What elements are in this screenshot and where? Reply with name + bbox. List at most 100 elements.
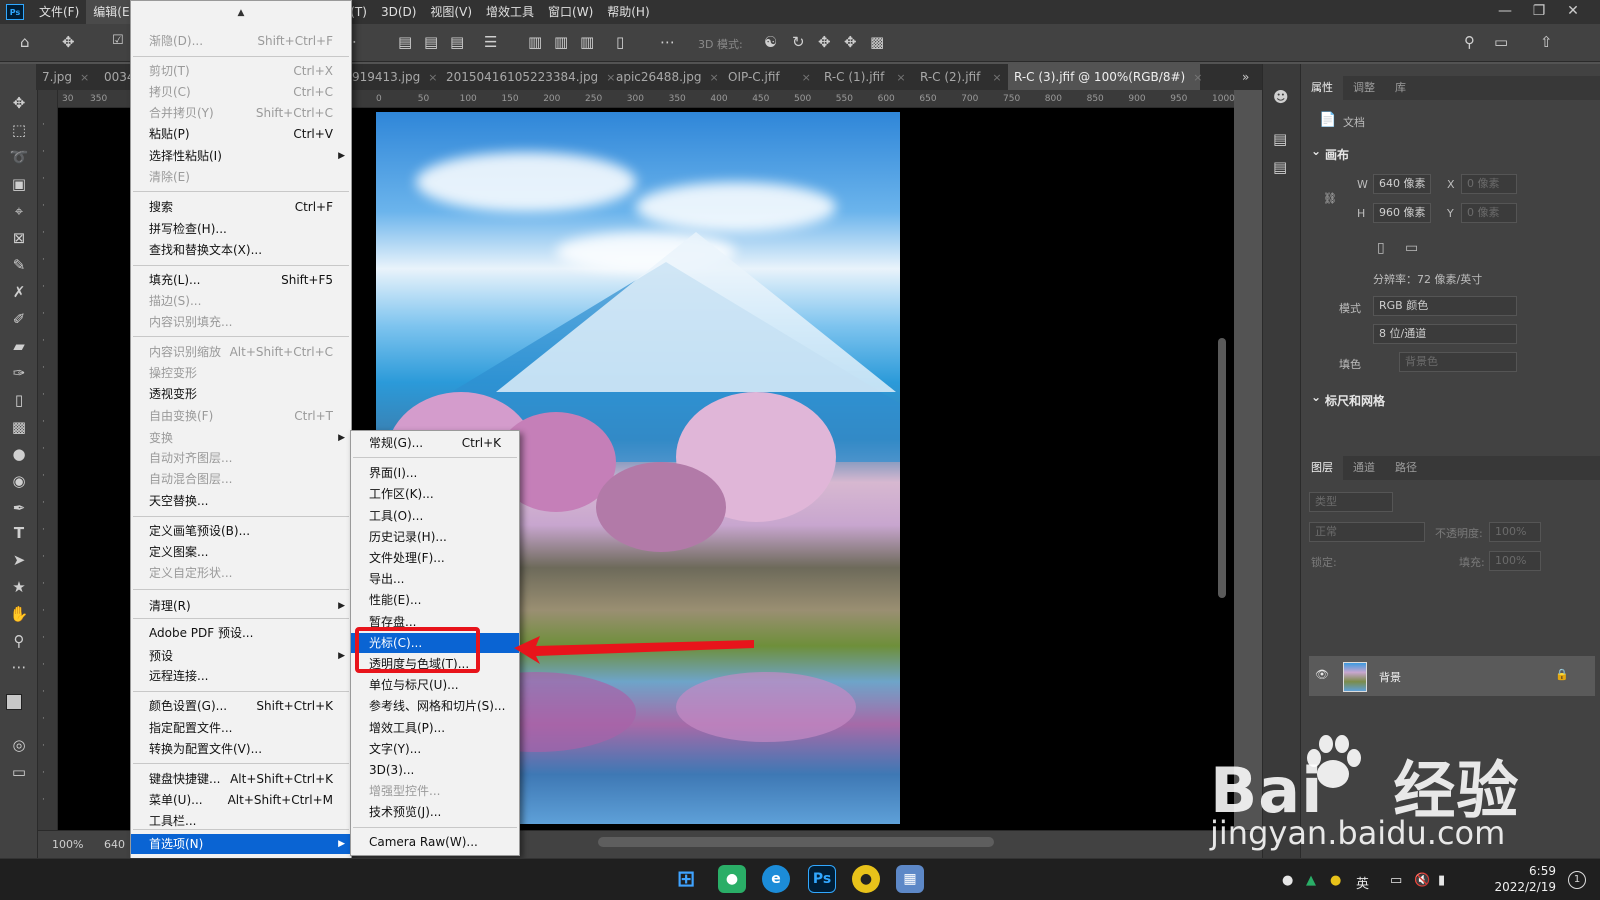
submenu-item[interactable]: 常规(G)... Ctrl+K xyxy=(351,433,519,453)
opacity-field[interactable]: 100% xyxy=(1489,522,1541,542)
3d-camera-icon[interactable]: ▩ xyxy=(870,33,884,51)
menu-view[interactable]: 视图(V) xyxy=(423,0,479,24)
tab-document[interactable]: R-C (1).jfif × xyxy=(818,64,906,90)
menu-item[interactable]: 变换 ▶ xyxy=(131,428,351,448)
submenu-item[interactable]: 历史记录(H)... xyxy=(351,527,519,547)
blend-mode-select[interactable]: 正常 xyxy=(1309,522,1425,542)
menu-item[interactable]: 操控变形 xyxy=(131,363,351,383)
align-middle-icon[interactable]: ▥ xyxy=(554,33,568,51)
menu-item[interactable]: 指定配置文件... xyxy=(131,718,351,738)
visibility-eye-icon[interactable]: 👁 xyxy=(1315,668,1329,681)
menu-item[interactable]: 定义画笔预设(B)... xyxy=(131,521,351,541)
menu-item[interactable]: 拷贝(C) Ctrl+C xyxy=(131,82,351,102)
menu-item[interactable]: 合并拷贝(Y) Shift+Ctrl+C xyxy=(131,103,351,123)
move-icon[interactable]: ✥ xyxy=(8,92,30,114)
restore-icon[interactable]: ❐ xyxy=(1522,0,1556,24)
frame-icon[interactable]: ⊠ xyxy=(8,227,30,249)
home-icon[interactable]: ⌂ xyxy=(20,33,30,51)
more-tabs-icon[interactable]: » xyxy=(1236,64,1249,90)
submenu-item[interactable]: 文件处理(F)... xyxy=(351,548,519,568)
auto-select-checkbox-icon[interactable]: ☑ xyxy=(112,33,124,48)
fill-select[interactable]: 背景色 xyxy=(1399,352,1517,372)
tab-active-document[interactable]: R-C (3).jfif @ 100%(RGB/8#) × xyxy=(1008,64,1202,90)
workspace-icon[interactable]: ▭ xyxy=(1494,33,1508,51)
wechat-tray-icon[interactable]: ● xyxy=(1282,873,1293,888)
tab-document[interactable]: R-C (2).jfif × xyxy=(914,64,1002,90)
menu-item-preferences[interactable]: 首选项(N) ▶ xyxy=(131,834,351,854)
libraries-icon[interactable]: ▤ xyxy=(1273,130,1287,148)
close-tab-icon[interactable]: × xyxy=(802,71,811,84)
dodge-icon[interactable]: ◉ xyxy=(8,470,30,492)
tray-icon[interactable]: ▲ xyxy=(1306,873,1316,888)
calculator-icon[interactable]: ▦ xyxy=(896,865,924,893)
edge-icon[interactable]: e xyxy=(762,865,790,893)
battery-icon[interactable]: ▮ xyxy=(1438,873,1445,888)
zoom-icon[interactable]: ⚲ xyxy=(8,630,30,652)
3d-orbit-icon[interactable]: ☯ xyxy=(764,33,777,51)
menu-item[interactable]: 描边(S)... xyxy=(131,291,351,311)
menu-item[interactable]: 自动对齐图层... xyxy=(131,448,351,468)
menu-window[interactable]: 窗口(W) xyxy=(541,0,600,24)
x-field[interactable]: 0 像素 xyxy=(1461,174,1517,194)
menu-item[interactable]: 粘贴(P) Ctrl+V xyxy=(131,124,351,144)
align-bottom-icon[interactable]: ▥ xyxy=(580,33,594,51)
align-right-icon[interactable]: ▤ xyxy=(450,33,464,51)
tab-document[interactable]: 7.jpg × xyxy=(36,64,89,90)
close-tab-icon[interactable]: × xyxy=(992,71,1001,84)
close-tab-icon[interactable]: × xyxy=(428,71,437,84)
share-icon[interactable]: ⇧ xyxy=(1540,33,1553,51)
wechat-icon[interactable]: ● xyxy=(718,865,746,893)
scroll-up-arrow-icon[interactable]: ▲ xyxy=(131,3,351,23)
ime-indicator[interactable]: 英 xyxy=(1356,873,1369,892)
submenu-item[interactable]: 工具(O)... xyxy=(351,506,519,526)
submenu-item[interactable]: 参考线、网格和切片(S)... xyxy=(351,696,519,716)
menu-item[interactable]: 清除(E) xyxy=(131,167,351,187)
menu-item[interactable]: 搜索 Ctrl+F xyxy=(131,197,351,217)
menu-help[interactable]: 帮助(H) xyxy=(600,0,656,24)
align-top-icon[interactable]: ▥ xyxy=(528,33,542,51)
photoshop-taskbar-icon[interactable]: Ps xyxy=(808,865,836,893)
submenu-item[interactable]: Camera Raw(W)... xyxy=(351,832,519,852)
minimize-icon[interactable]: — xyxy=(1488,0,1522,24)
align-center-icon[interactable]: ▤ xyxy=(424,33,438,51)
eraser-icon[interactable]: ▯ xyxy=(8,389,30,411)
menu-file[interactable]: 文件(F) xyxy=(32,0,86,24)
crop-icon[interactable]: ⌖ xyxy=(8,200,30,222)
lock-icon[interactable]: 🔒 xyxy=(1555,668,1569,681)
fill-opacity-field[interactable]: 100% xyxy=(1489,551,1541,571)
gradient-icon[interactable]: ▩ xyxy=(8,416,30,438)
close-tab-icon[interactable]: × xyxy=(709,71,718,84)
horizontal-scrollbar[interactable] xyxy=(598,837,994,847)
menu-3d[interactable]: 3D(D) xyxy=(374,0,423,24)
type-icon[interactable]: T xyxy=(8,522,30,544)
3d-pan-icon[interactable]: ✥ xyxy=(818,33,831,51)
edit-toolbar-icon[interactable]: ⋯ xyxy=(8,656,30,678)
lasso-icon[interactable]: ➰ xyxy=(8,146,30,168)
height-field[interactable]: 960 像素 xyxy=(1373,203,1431,223)
menu-plugins[interactable]: 增效工具 xyxy=(479,0,541,24)
marquee-icon[interactable]: ⬚ xyxy=(8,119,30,141)
submenu-item[interactable]: 单位与标尺(U)... xyxy=(351,675,519,695)
mode-select[interactable]: RGB 颜色 xyxy=(1373,296,1517,316)
distribute-vertical-icon[interactable]: ▯ xyxy=(616,33,624,51)
tab-document[interactable]: OIP-C.jfif × xyxy=(722,64,811,90)
menu-item[interactable]: 自由变换(F) Ctrl+T xyxy=(131,406,351,426)
menu-item[interactable]: 预设 ▶ xyxy=(131,646,351,666)
submenu-item[interactable]: 性能(E)... xyxy=(351,590,519,610)
3d-slide-icon[interactable]: ✥ xyxy=(844,33,857,51)
eyedropper-icon[interactable]: ✎ xyxy=(8,254,30,276)
menu-item[interactable]: 透视变形 xyxy=(131,384,351,404)
clock[interactable]: 6:59 2022/2/19 xyxy=(1494,863,1556,895)
tab-layers[interactable]: 图层 xyxy=(1301,456,1343,480)
menu-item[interactable]: 渐隐(D)... Shift+Ctrl+F xyxy=(131,31,351,51)
menu-item[interactable]: 内容识别填充... xyxy=(131,312,351,332)
menu-item[interactable]: 工具栏... xyxy=(131,811,351,831)
submenu-item[interactable]: 文字(Y)... xyxy=(351,739,519,759)
align-left-icon[interactable]: ▤ xyxy=(398,33,412,51)
menu-item[interactable]: 天空替换... xyxy=(131,491,351,511)
menu-item[interactable]: 拼写检查(H)... xyxy=(131,219,351,239)
close-icon[interactable]: ✕ xyxy=(1556,0,1590,24)
submenu-item[interactable]: 导出... xyxy=(351,569,519,589)
tray-app-icon[interactable]: ● xyxy=(1330,873,1341,888)
brush-icon[interactable]: ✐ xyxy=(8,308,30,330)
